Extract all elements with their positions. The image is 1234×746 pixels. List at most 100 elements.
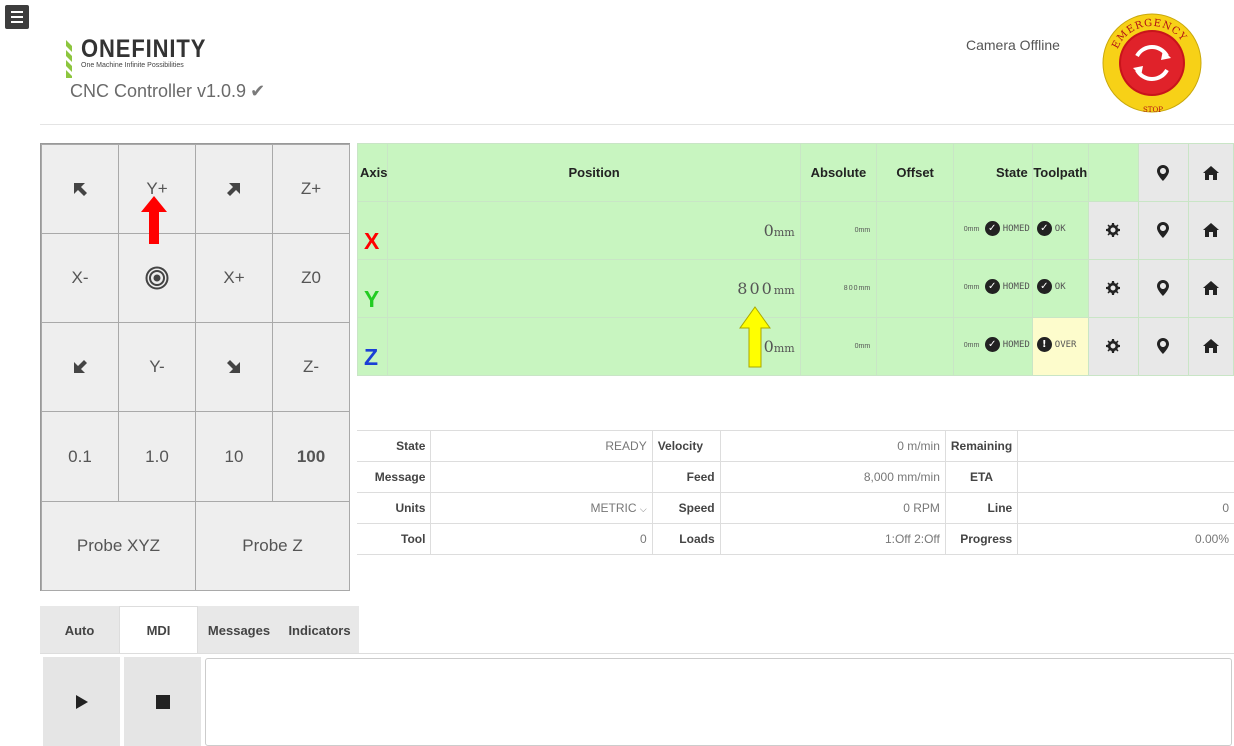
step-1-button[interactable]: 1.0 [118, 411, 196, 502]
arrow-down-left-icon [74, 360, 87, 373]
jog-x-minus-button[interactable]: X- [41, 233, 119, 323]
toolpath-header: Toolpath [1031, 143, 1089, 202]
axis-row-x: X 0mm 0mm 0mm ✓ HOMED ✓ OK [356, 201, 1234, 260]
jog-down-left-button[interactable] [41, 322, 119, 412]
check-circle-icon: ✓ [1036, 221, 1052, 236]
z-state: 0mm ✓ HOMED [953, 317, 1033, 376]
y-position-value: 800 [737, 279, 774, 298]
all-goto-button[interactable] [1137, 143, 1189, 202]
state-value: READY [430, 430, 653, 462]
message-label: Message [357, 461, 432, 493]
arrow-up-left-icon [74, 183, 87, 196]
y-position-unit: mm [773, 284, 795, 297]
tab-messages[interactable]: Messages [198, 606, 280, 654]
y-settings-button[interactable] [1087, 259, 1139, 318]
check-icon: ✔ [250, 81, 266, 101]
brand-tagline: One Machine Infinite Possibilities [81, 62, 184, 69]
speed-label: Speed [652, 492, 721, 524]
offset-header: Offset [876, 143, 955, 202]
probe-z-button[interactable]: Probe Z [195, 501, 350, 591]
units-select[interactable]: METRIC ⌵ [430, 492, 653, 524]
home-icon [1202, 281, 1219, 296]
map-marker-icon [1157, 164, 1170, 181]
home-icon [1202, 223, 1219, 238]
step-10-button[interactable]: 10 [195, 411, 273, 502]
x-absolute: 0mm [799, 201, 878, 260]
x-home-button[interactable] [1187, 201, 1234, 260]
progress-label: Progress [945, 523, 1019, 555]
axis-header-row: Axis Position Absolute Offset State Tool… [356, 143, 1234, 202]
speed-value: 0 RPM [720, 492, 946, 524]
axis-row-y: Y 800mm 800mm 0mm ✓ HOMED ✓ OK [356, 259, 1234, 318]
position-header: Position [387, 143, 801, 202]
z-home-button[interactable] [1187, 317, 1234, 376]
gear-icon [1106, 223, 1121, 238]
progress-value: 0.00% [1017, 523, 1234, 555]
app-title: CNC Controller v1.0.9 ✔ [70, 81, 265, 102]
y-home-button[interactable] [1187, 259, 1234, 318]
jog-x-plus-button[interactable]: X+ [195, 233, 273, 323]
stop-button[interactable] [124, 657, 201, 746]
state-label: State [357, 430, 432, 462]
step-0-1-button[interactable]: 0.1 [41, 411, 119, 502]
status-row: Tool 0 Loads 1:Off 2:Off Progress 0.00% [357, 523, 1234, 555]
jog-z-plus-button[interactable]: Z+ [272, 144, 350, 234]
bullseye-icon [145, 266, 169, 290]
arrow-up-right-icon [227, 183, 240, 196]
check-circle-icon: ✓ [984, 337, 1000, 352]
units-label: Units [357, 492, 432, 524]
z-position-unit: mm [773, 342, 795, 355]
tab-indicators[interactable]: Indicators [280, 606, 359, 654]
y-offset-unit: mm [967, 284, 980, 291]
jog-z-zero-button[interactable]: Z0 [272, 233, 350, 323]
yellow-annotation-arrow-icon [739, 306, 771, 368]
velocity-value: 0 m/min [720, 430, 946, 462]
gear-icon [1106, 339, 1121, 354]
jog-up-right-button[interactable] [195, 144, 273, 234]
x-state: 0mm ✓ HOMED [953, 201, 1033, 260]
y-absolute-value: 800 [843, 285, 859, 292]
y-offset [876, 259, 955, 318]
onefinity-logo: ONEFINITY One Machine Infinite Possibili… [66, 37, 223, 78]
status-row: Units METRIC ⌵ Speed 0 RPM Line 0 [357, 492, 1234, 524]
x-goto-button[interactable] [1137, 201, 1189, 260]
cnc-controller-app: ONEFINITY One Machine Infinite Possibili… [0, 0, 1234, 746]
mdi-command-input[interactable] [205, 658, 1232, 746]
hamburger-menu-button[interactable] [5, 5, 29, 29]
probe-xyz-button[interactable]: Probe XYZ [41, 501, 196, 591]
tab-auto[interactable]: Auto [40, 606, 119, 654]
jog-y-minus-button[interactable]: Y- [118, 322, 196, 412]
home-all-button[interactable] [1187, 143, 1234, 202]
line-value: 0 [1017, 492, 1234, 524]
axis-letter-y: Y [356, 259, 389, 318]
play-button[interactable] [43, 657, 120, 746]
x-toolpath-text: OK [1054, 224, 1066, 234]
step-100-button[interactable]: 100 [272, 411, 350, 502]
map-marker-icon [1157, 222, 1170, 239]
z-toolpath-text: OVER [1054, 340, 1077, 350]
x-position: 0mm [387, 201, 801, 260]
absolute-header: Absolute [799, 143, 878, 202]
status-row: Message Feed 8,000 mm/min ETA [357, 461, 1234, 493]
y-absolute-unit: mm [858, 285, 871, 292]
jog-center-button[interactable] [118, 233, 196, 323]
camera-status: Camera Offline [966, 37, 1060, 53]
y-goto-button[interactable] [1137, 259, 1189, 318]
jog-down-right-button[interactable] [195, 322, 273, 412]
jog-up-left-button[interactable] [41, 144, 119, 234]
x-position-value: 0 [763, 221, 774, 240]
x-settings-button[interactable] [1087, 201, 1139, 260]
axis-letter-z: Z [356, 317, 389, 376]
tab-mdi[interactable]: MDI [119, 606, 198, 654]
loads-label: Loads [652, 523, 721, 555]
jog-z-minus-button[interactable]: Z- [272, 322, 350, 412]
emergency-stop-button[interactable]: EMERGENCY STOP [1101, 10, 1203, 116]
x-offset [876, 201, 955, 260]
z-goto-button[interactable] [1137, 317, 1189, 376]
eta-label: ETA [945, 461, 1019, 493]
y-toolpath: ✓ OK [1031, 259, 1089, 318]
velocity-label: Velocity [652, 430, 721, 462]
status-table: State READY Velocity 0 m/min Remaining M… [357, 430, 1234, 555]
z-settings-button[interactable] [1087, 317, 1139, 376]
header-empty-cell [1087, 143, 1139, 202]
